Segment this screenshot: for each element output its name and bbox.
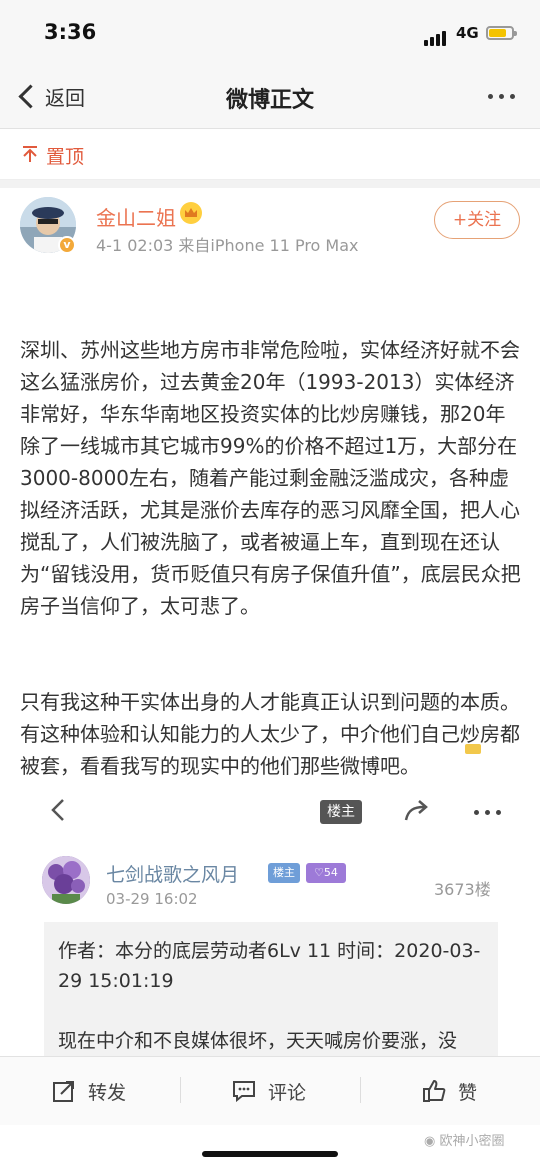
repost-icon <box>53 1081 74 1102</box>
more-options-icon[interactable] <box>488 94 515 99</box>
pinned-row: 置顶 <box>0 129 540 180</box>
floor-number: 3673楼 <box>434 880 491 899</box>
status-time: 3:36 <box>44 20 97 44</box>
bottom-action-bar: 转发 评论 赞 <box>0 1056 540 1125</box>
quote-box: 作者：本分的底层劳动者6Lv 11 时间：2020-03-29 15:01:19… <box>44 922 498 1056</box>
quote-line: 现在中介和不良媒体很坏，天天喊房价要涨，没 <box>58 1030 458 1052</box>
share-icon[interactable] <box>402 798 432 824</box>
commenter-name[interactable]: 七剑战歌之风月 <box>106 860 239 887</box>
owner-badge: 楼主 <box>268 863 300 883</box>
comment-label: 评论 <box>268 1081 307 1104</box>
pin-icon <box>23 146 37 162</box>
repost-button[interactable]: 转发 <box>52 1077 126 1105</box>
owner-only-tag[interactable]: 楼主 <box>320 800 362 824</box>
watermark-label: 欧神小密圈 <box>439 1134 505 1149</box>
quote-line: 作者：本分的底层劳动者6Lv 11 时间：2020-03-29 15:01:19 <box>58 940 481 992</box>
commenter-avatar[interactable] <box>42 856 90 904</box>
wechat-icon: ◉ <box>424 1134 436 1149</box>
network-label: 4G <box>456 24 479 42</box>
more-options-icon[interactable] <box>474 810 501 815</box>
thumbs-up-icon <box>423 1080 446 1102</box>
follow-button[interactable]: +关注 <box>434 201 520 239</box>
verified-badge-icon: v <box>58 236 76 254</box>
comment-time: 03-29 16:02 <box>106 890 198 908</box>
chevron-left-icon[interactable] <box>48 798 68 822</box>
divider <box>180 1077 181 1103</box>
status-bar: 3:36 4G <box>0 0 540 64</box>
divider <box>0 180 540 188</box>
nav-bar: 返回 微博正文 <box>0 64 540 129</box>
comment-button[interactable]: 评论 <box>232 1077 306 1105</box>
home-indicator[interactable] <box>202 1151 338 1157</box>
like-label: 赞 <box>458 1081 478 1104</box>
post-meta: 4-1 02:03 来自iPhone 11 Pro Max <box>96 236 359 255</box>
battery-icon <box>486 26 517 40</box>
author-name[interactable]: 金山二姐 <box>96 202 176 231</box>
watermark: ◉ 欧神小密圈 <box>424 1130 505 1149</box>
level-badge: ♡54 <box>306 863 346 883</box>
post-paragraph: 深圳、苏州这些地方房市非常危险啦，实体经济好就不会这么猛涨房价，过去黄金20年（… <box>20 338 521 618</box>
image-badge-icon <box>465 744 481 754</box>
pinned-label: 置顶 <box>46 146 85 168</box>
crown-icon <box>180 202 202 224</box>
like-button[interactable]: 赞 <box>422 1077 477 1105</box>
post-content: 深圳、苏州这些地方房市非常危险啦，实体经济好就不会这么猛涨房价，过去黄金20年（… <box>20 270 522 814</box>
divider <box>360 1077 361 1103</box>
repost-label: 转发 <box>88 1081 127 1104</box>
page-title: 微博正文 <box>225 88 314 113</box>
comment-icon <box>233 1081 255 1102</box>
post-paragraph: 只有我这种干实体出身的人才能真正认识到问题的本质。有这种体验和认知能力的人太少了… <box>20 690 520 778</box>
signal-icon <box>424 27 448 46</box>
